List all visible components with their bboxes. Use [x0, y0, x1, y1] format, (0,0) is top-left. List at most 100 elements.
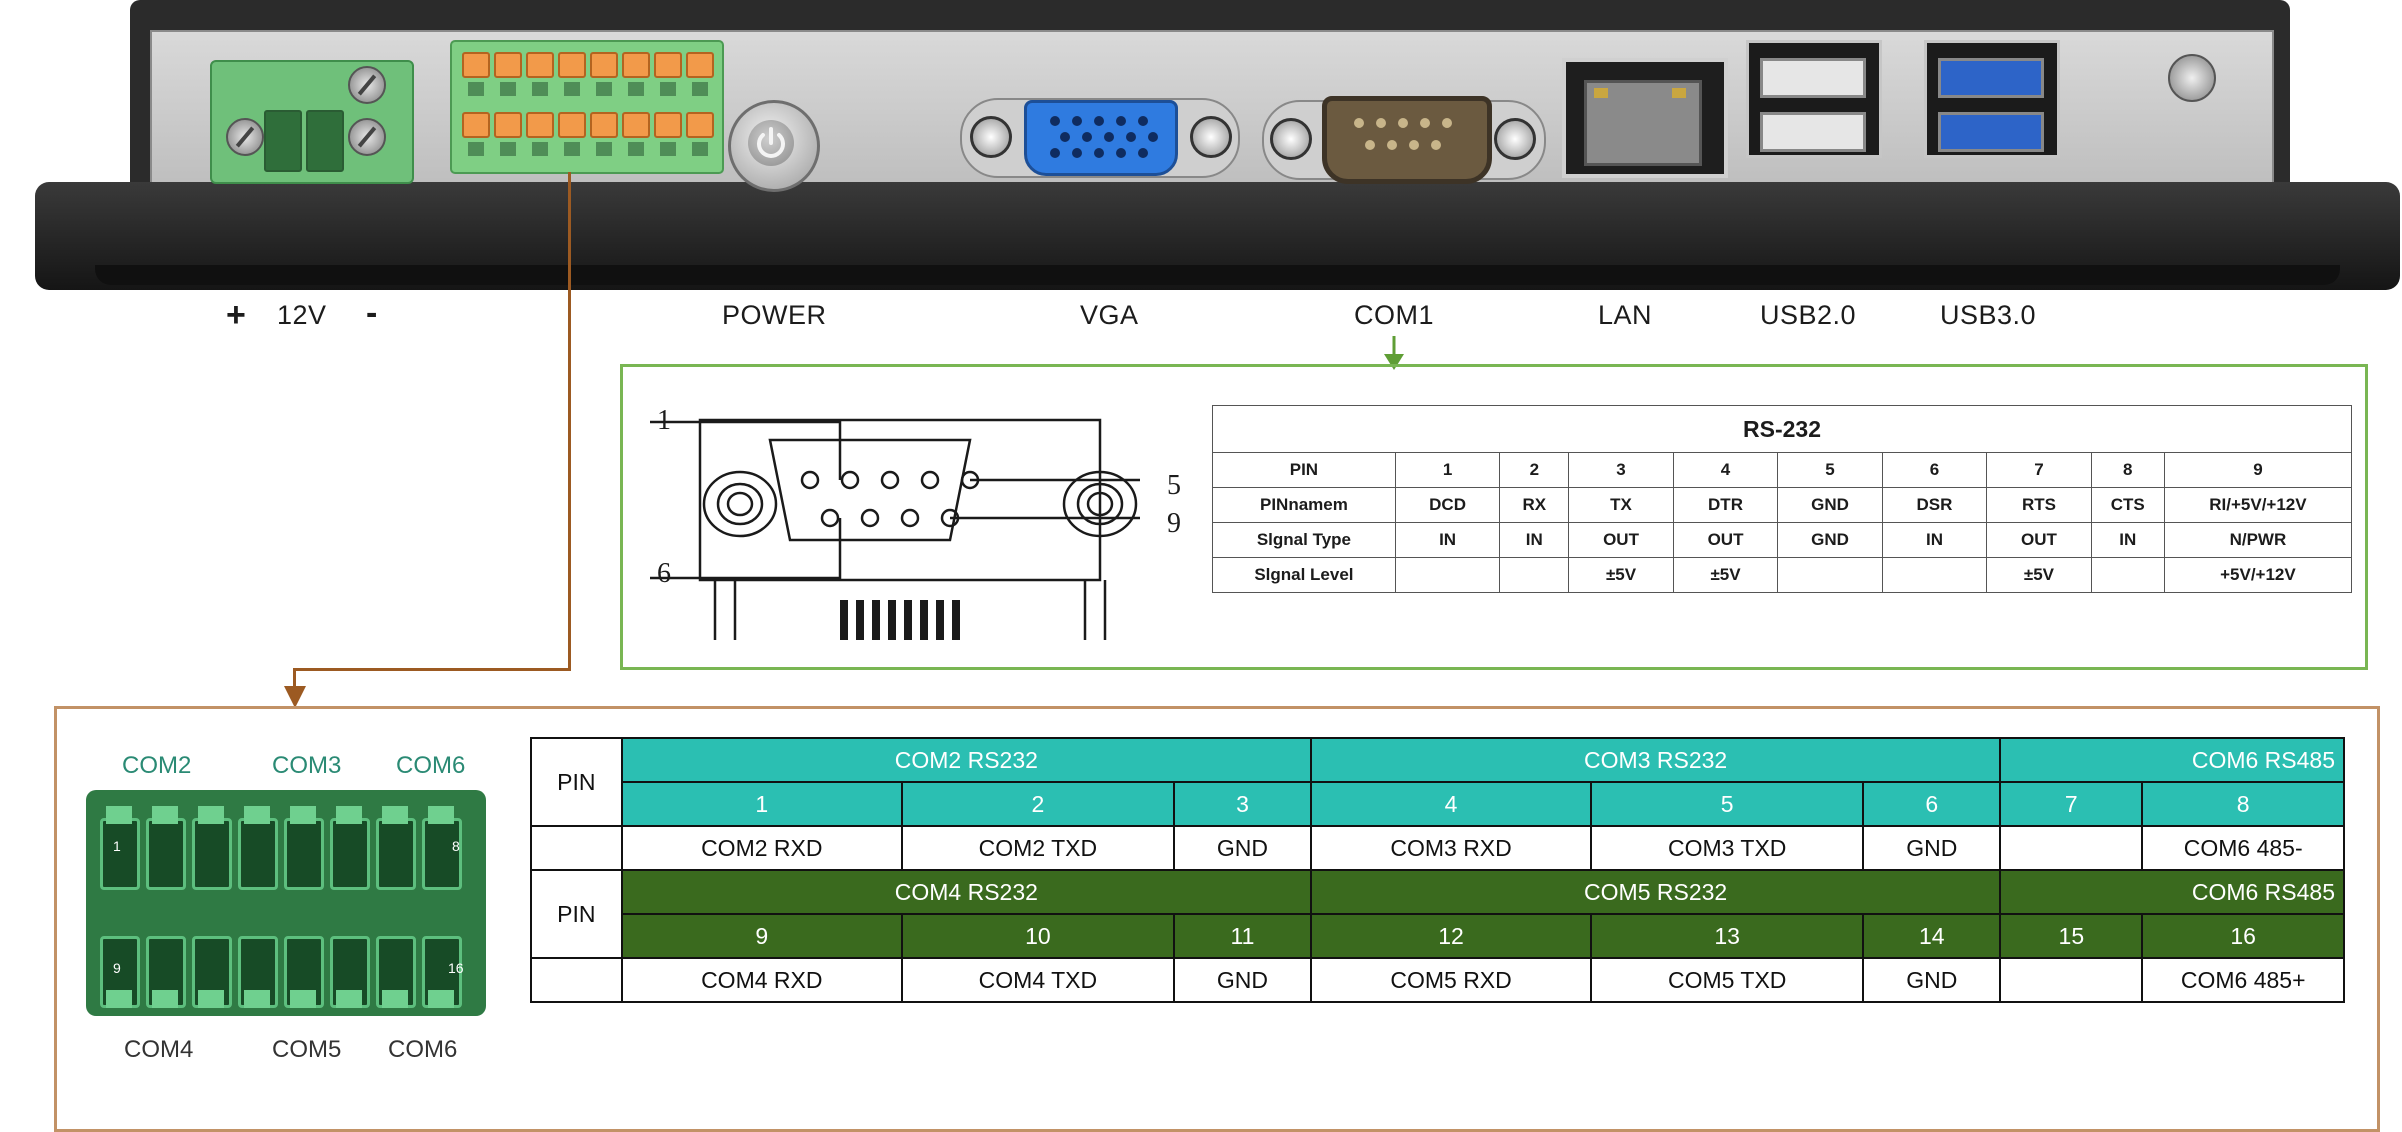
- usb2-port[interactable]: [1760, 58, 1866, 98]
- header-pin: [526, 52, 554, 78]
- lan-label: LAN: [1598, 300, 1653, 330]
- terminal-pin-tab: [244, 806, 270, 824]
- com-signal-cell: COM4 RXD: [620, 957, 903, 1003]
- terminal-pin: [100, 818, 140, 890]
- com-pin-number: 5: [1590, 781, 1865, 827]
- header-pin: [526, 112, 554, 138]
- com-group-header: COM6 RS485: [1999, 737, 2345, 783]
- terminal-pin: [376, 818, 416, 890]
- com-pin-number: 9: [620, 913, 903, 959]
- power-icon: [757, 127, 785, 158]
- rs232-cell: OUT: [1986, 522, 2092, 558]
- com-pin-number: 7: [1999, 781, 2144, 827]
- rs232-row-label: Slgnal Level: [1212, 557, 1396, 593]
- db9-pin9-label: 9: [1167, 508, 1181, 539]
- com1-port[interactable]: [1322, 96, 1492, 184]
- header-pin-hole: [468, 142, 484, 156]
- db9-pin: [1420, 118, 1430, 128]
- com-value-blank: [530, 957, 623, 1003]
- db9-pin: [1376, 118, 1386, 128]
- com-pinout-table: PIN COM2 RS232 COM3 RS232 COM6 RS485 1 2 3 4 5 6 7…: [530, 737, 2345, 1003]
- com-pin-number: 14: [1862, 913, 2002, 959]
- com-group-header: COM5 RS232: [1309, 869, 2002, 915]
- header-pin-hole: [628, 142, 644, 156]
- vga-pin: [1082, 132, 1092, 142]
- com-pin-number: 15: [1999, 913, 2144, 959]
- usb3-port[interactable]: [1938, 58, 2044, 98]
- com-group-header: COM2 RS232: [620, 737, 1312, 783]
- rs232-row: Slgnal Type IN IN OUT OUT GND IN OUT IN N/PWR: [1212, 522, 2353, 558]
- header-pin: [494, 52, 522, 78]
- power-button-label: POWER: [722, 300, 827, 330]
- header-pin: [654, 112, 682, 138]
- db9-pin1-label: 1: [657, 405, 671, 436]
- rs232-cell: N/PWR: [2163, 522, 2353, 558]
- rs232-cell: GND: [1777, 522, 1883, 558]
- rs232-cell: [2090, 557, 2165, 593]
- terminal-pin-tab: [382, 990, 408, 1008]
- com-value-row: COM2 RXD COM2 TXD GND COM3 RXD COM3 TXD GND CO…: [530, 825, 2345, 871]
- header-pin-hole: [596, 142, 612, 156]
- rs232-cell: RX: [1499, 487, 1570, 523]
- vga-screw-icon: [1190, 116, 1232, 158]
- terminal-pin-tab: [290, 806, 316, 824]
- com-signal-cell: [1999, 957, 2144, 1003]
- usb3-port[interactable]: [1938, 112, 2044, 152]
- vga-pin: [1116, 148, 1126, 158]
- com-pin-row: 9 10 11 12 13 14 15 16: [531, 913, 2345, 959]
- db9-pin: [1431, 140, 1441, 150]
- power-plus-label: +: [226, 296, 246, 334]
- terminal-top-label: COM6: [396, 752, 466, 779]
- rs232-cell: [1499, 557, 1570, 593]
- rs232-cell: DSR: [1881, 487, 1988, 523]
- vga-pin: [1126, 132, 1136, 142]
- rs232-row: PIN 1 2 3 4 5 6 7 8 9: [1212, 452, 2353, 488]
- vga-pin: [1104, 132, 1114, 142]
- db9-pin: [1387, 140, 1397, 150]
- header-pin: [590, 52, 618, 78]
- lan-led-icon: [1672, 88, 1686, 98]
- terminal-top-label: COM3: [272, 752, 342, 779]
- header-pin-hole: [532, 142, 548, 156]
- com-signal-cell: COM3 TXD: [1590, 825, 1865, 871]
- terminal-screw-icon: [226, 118, 264, 156]
- com-pin-number: 3: [1172, 781, 1312, 827]
- rs232-cell: 4: [1672, 452, 1779, 488]
- vga-pin: [1138, 148, 1148, 158]
- db9-pin6-label: 6: [657, 558, 671, 589]
- header-pin: [494, 112, 522, 138]
- terminal-screw-icon: [348, 118, 386, 156]
- terminal-pin: [330, 818, 370, 890]
- com-signal-cell: COM4 TXD: [900, 957, 1175, 1003]
- terminal-pin-number: 8: [452, 838, 460, 854]
- terminal-pin: [146, 818, 186, 890]
- header-pin: [654, 52, 682, 78]
- terminal-pin-tab: [106, 990, 132, 1008]
- rs232-row: PINnamem DCD RX TX DTR GND DSR RTS CTS RI/+5V/+12…: [1212, 487, 2353, 523]
- terminal-pin-tab: [244, 990, 270, 1008]
- rs232-cell: 5: [1777, 452, 1883, 488]
- rs232-row-label: Slgnal Type: [1212, 522, 1396, 558]
- header-pin-hole: [564, 82, 580, 96]
- terminal-bottom-label: COM5: [272, 1036, 342, 1063]
- com1-screw-icon: [1494, 118, 1536, 160]
- header-pin-hole: [532, 82, 548, 96]
- db9-connector-drawing: [650, 418, 1140, 640]
- usb2-port[interactable]: [1760, 112, 1866, 152]
- rs232-cell: 2: [1499, 452, 1570, 488]
- header-pin: [462, 52, 490, 78]
- terminal-pin-tab: [336, 990, 362, 1008]
- com-group-row: PIN COM2 RS232 COM3 RS232 COM6 RS485: [530, 737, 2345, 827]
- com-pin-number: 1: [620, 781, 903, 827]
- header-pin: [558, 52, 586, 78]
- terminal-pin: [192, 818, 232, 890]
- pin-header-cell: PIN: [530, 737, 623, 827]
- lan-led-icon: [1594, 88, 1608, 98]
- com-signal-cell: GND: [1862, 957, 2002, 1003]
- com-signal-cell: COM6 485+: [2141, 957, 2345, 1003]
- terminal-pin-tab: [428, 806, 454, 824]
- rs232-cell: +5V/+12V: [2163, 557, 2353, 593]
- db9-pin: [1354, 118, 1364, 128]
- vga-screw-icon: [970, 116, 1012, 158]
- header-pin-hole: [628, 82, 644, 96]
